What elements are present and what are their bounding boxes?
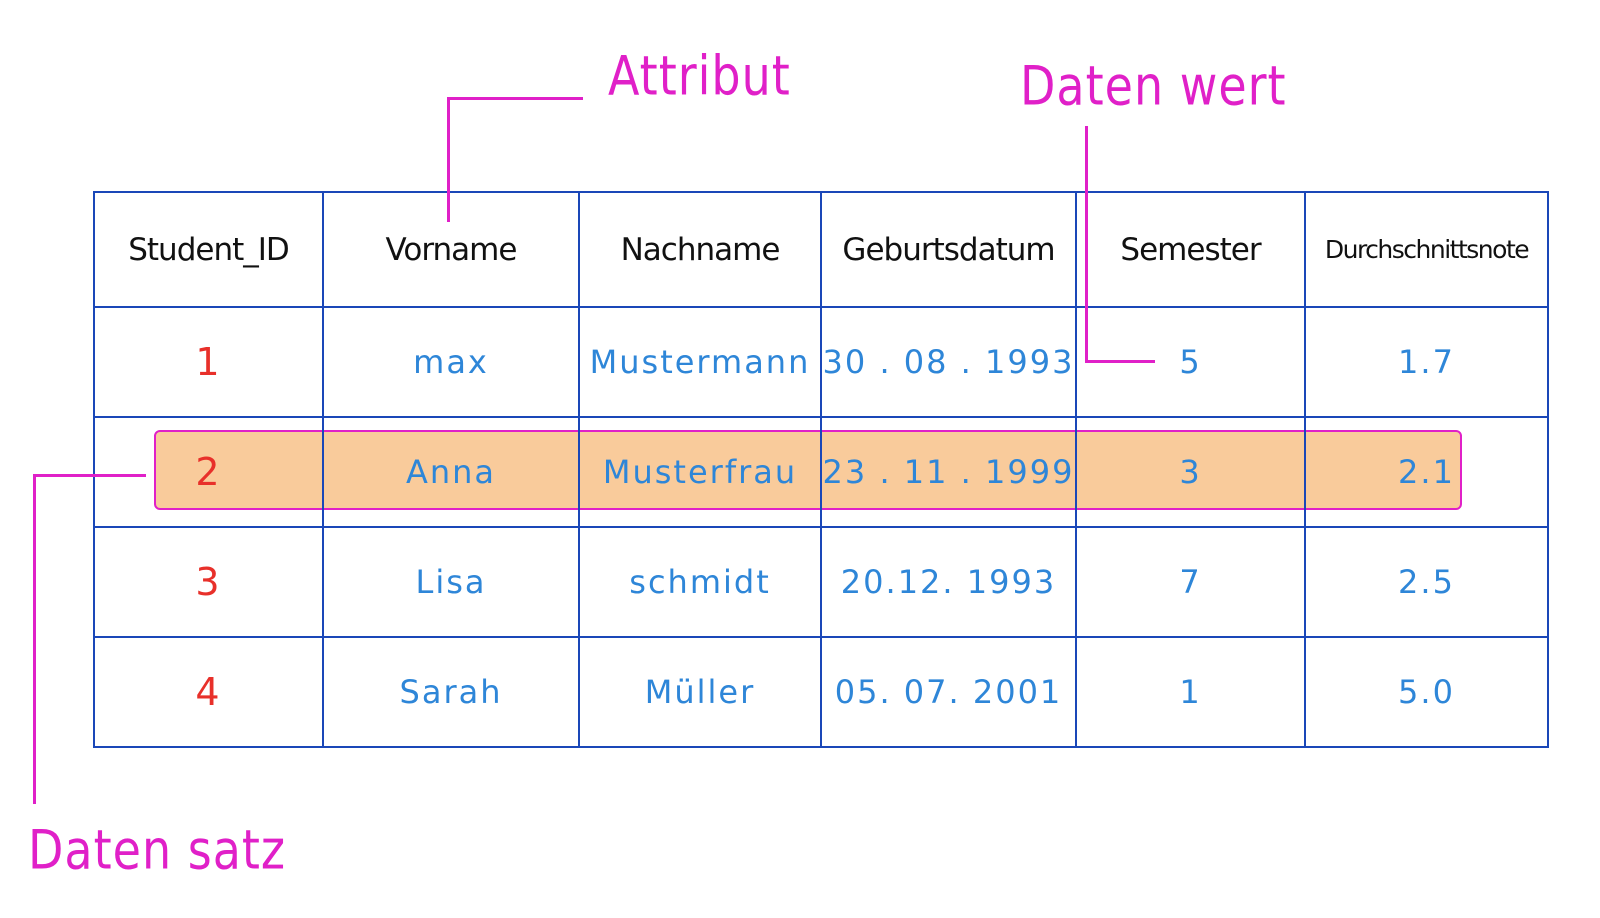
cell-geburtsdatum: 20.12. 1993 [820,526,1077,638]
cell-durchschnittsnote: 2.1 [1304,416,1549,528]
cell-geburtsdatum: 30 . 08 . 1993 [820,306,1077,418]
cell-semester: 1 [1075,636,1306,748]
table-row: 1 max Mustermann 30 . 08 . 1993 5 1.7 [93,306,1549,418]
cell-semester: 7 [1075,526,1306,638]
cell-vorname: max [322,306,580,418]
cell-nachname: Müller [578,636,822,748]
cell-nachname: Mustermann [578,306,822,418]
attribut-pointer-horizontal [447,97,583,100]
cell-geburtsdatum: 05. 07. 2001 [820,636,1077,748]
datensatz-label: Daten satz [28,818,287,882]
data-table: Student_ID Vorname Nachname Geburtsdatum… [93,191,1549,748]
header-vorname: Vorname [322,191,580,308]
table-row: 4 Sarah Müller 05. 07. 2001 1 5.0 [93,636,1549,748]
cell-nachname: schmidt [578,526,822,638]
datensatz-pointer-horizontal [33,474,146,477]
cell-semester: 3 [1075,416,1306,528]
cell-durchschnittsnote: 1.7 [1304,306,1549,418]
datenwert-label: Daten wert [1020,54,1287,118]
cell-student-id: 4 [93,636,324,748]
datenwert-pointer-vertical [1085,126,1088,363]
cell-durchschnittsnote: 2.5 [1304,526,1549,638]
attribut-pointer-vertical [447,97,450,222]
cell-student-id: 3 [93,526,324,638]
header-row: Student_ID Vorname Nachname Geburtsdatum… [93,191,1549,308]
cell-vorname: Sarah [322,636,580,748]
cell-student-id: 2 [93,416,324,528]
cell-durchschnittsnote: 5.0 [1304,636,1549,748]
cell-vorname: Anna [322,416,580,528]
diagram-canvas: Student_ID Vorname Nachname Geburtsdatum… [0,0,1600,918]
cell-vorname: Lisa [322,526,580,638]
cell-student-id: 1 [93,306,324,418]
header-durchschnittsnote: Durchschnittsnote [1304,191,1549,308]
header-nachname: Nachname [578,191,822,308]
header-geburtsdatum: Geburtsdatum [820,191,1077,308]
cell-nachname: Musterfrau [578,416,822,528]
header-semester: Semester [1075,191,1306,308]
datenwert-pointer-horizontal [1085,360,1155,363]
table-row: 3 Lisa schmidt 20.12. 1993 7 2.5 [93,526,1549,638]
header-student-id: Student_ID [93,191,324,308]
table-row: 2 Anna Musterfrau 23 . 11 . 1999 3 2.1 [93,416,1549,528]
cell-geburtsdatum: 23 . 11 . 1999 [820,416,1077,528]
datensatz-pointer-vertical [33,474,36,804]
attribut-label: Attribut [608,44,791,108]
